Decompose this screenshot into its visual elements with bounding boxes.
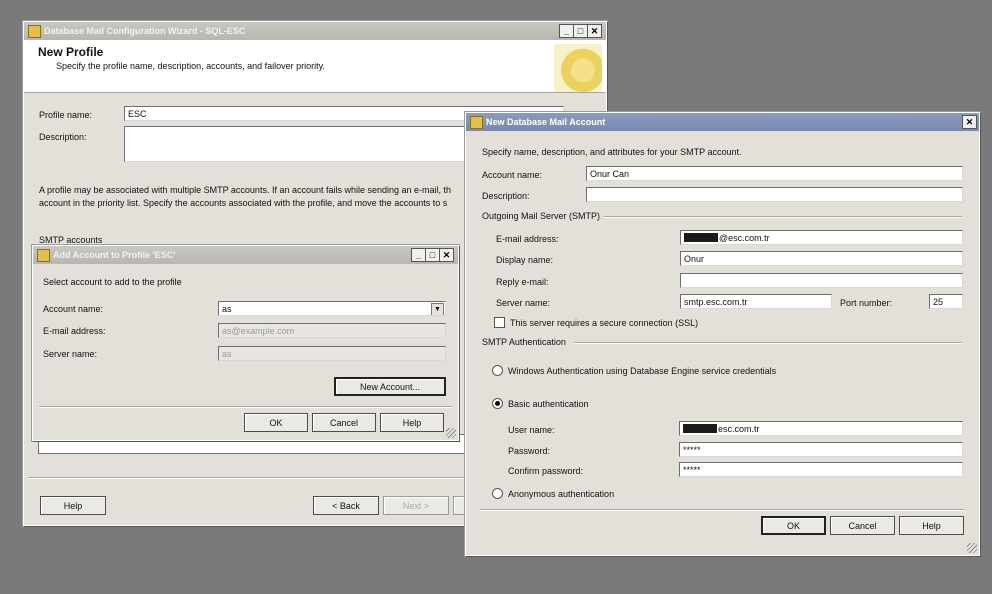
username-input[interactable]: esc.com.tr — [679, 421, 963, 436]
new-account-title: New Database Mail Account — [486, 117, 606, 127]
wizard-banner-icon — [554, 44, 602, 92]
mail-icon — [28, 25, 41, 38]
page-title: New Profile — [38, 45, 104, 59]
back-button[interactable]: < Back — [313, 496, 379, 515]
help-button[interactable]: Help — [380, 413, 444, 432]
close-icon[interactable]: ✕ — [962, 115, 977, 129]
ssl-checkbox[interactable] — [494, 317, 505, 328]
email-label: E-mail address: — [43, 326, 106, 336]
username-label: User name: — [508, 425, 555, 435]
new-account-footer-separator — [480, 509, 965, 511]
server-name-label: Server name: — [496, 298, 551, 308]
close-icon[interactable]: ✕ — [587, 24, 602, 38]
next-button[interactable]: Next > — [383, 496, 449, 515]
account-name-input[interactable]: Onur Can — [586, 166, 963, 181]
maximize-icon[interactable]: □ — [573, 24, 588, 38]
redaction-bar — [683, 424, 717, 433]
port-number-input[interactable]: 25 — [929, 294, 963, 309]
port-number-label: Port number: — [840, 298, 893, 308]
wizard-titlebar[interactable]: Database Mail Configuration Wizard - SQL… — [24, 22, 606, 40]
profile-name-label: Profile name: — [39, 110, 93, 120]
server-field: as — [218, 346, 446, 361]
resize-grip[interactable] — [967, 543, 977, 553]
account-name-value: as — [222, 304, 232, 314]
anonymous-auth-radio[interactable] — [492, 488, 503, 499]
outgoing-server-group-label: Outgoing Mail Server (SMTP) — [482, 211, 601, 221]
new-account-titlebar[interactable]: New Database Mail Account ✕ — [466, 113, 979, 131]
description-input[interactable] — [586, 187, 963, 202]
windows-auth-radio[interactable] — [492, 365, 503, 376]
email-field[interactable]: @esc.com.tr — [680, 230, 963, 245]
cancel-button[interactable]: Cancel — [830, 516, 895, 535]
mail-icon — [37, 249, 50, 262]
reply-email-input[interactable] — [680, 273, 963, 288]
add-account-titlebar[interactable]: Add Account to Profile 'ESC' _ □ ✕ — [33, 246, 458, 264]
display-name-input[interactable]: Onur — [680, 251, 963, 266]
email-field: as@example.com — [218, 323, 446, 338]
new-account-dialog: New Database Mail Account ✕ Specify name… — [465, 112, 980, 556]
info-text-1: A profile may be associated with multipl… — [39, 185, 452, 195]
server-name-input[interactable]: smtp.esc.com.tr — [680, 294, 832, 309]
mail-icon — [470, 116, 483, 129]
close-icon[interactable]: ✕ — [439, 248, 454, 262]
cancel-button[interactable]: Cancel — [312, 413, 376, 432]
password-input[interactable]: ***** — [679, 442, 963, 457]
basic-auth-label[interactable]: Basic authentication — [508, 399, 589, 409]
outgoing-group-line — [604, 216, 962, 218]
smtp-auth-group-label: SMTP Authentication — [482, 337, 566, 347]
new-account-instruction: Specify name, description, and attribute… — [482, 147, 742, 157]
basic-auth-radio[interactable] — [492, 398, 503, 409]
add-account-dialog: Add Account to Profile 'ESC' _ □ ✕ Selec… — [32, 245, 459, 441]
display-name-label: Display name: — [496, 255, 554, 265]
wizard-title: Database Mail Configuration Wizard - SQL… — [44, 26, 246, 36]
add-account-instruction: Select account to add to the profile — [43, 277, 182, 287]
confirm-password-label: Confirm password: — [508, 466, 584, 476]
anonymous-auth-label[interactable]: Anonymous authentication — [508, 489, 614, 499]
wizard-header: New Profile Specify the profile name, de… — [24, 40, 606, 93]
minimize-icon[interactable]: _ — [411, 248, 426, 262]
account-name-label: Account name: — [482, 170, 543, 180]
resize-grip[interactable] — [446, 428, 456, 438]
help-button[interactable]: Help — [899, 516, 964, 535]
redaction-bar — [684, 233, 718, 242]
info-text-2: account in the priority list. Specify th… — [39, 198, 448, 208]
page-subtitle: Specify the profile name, description, a… — [56, 61, 325, 71]
account-name-select[interactable]: as ▼ — [218, 301, 446, 316]
ok-button[interactable]: OK — [761, 516, 826, 535]
server-label: Server name: — [43, 349, 98, 359]
wizard-help-button[interactable]: Help — [40, 496, 106, 515]
confirm-password-input[interactable]: ***** — [679, 462, 963, 477]
add-account-title: Add Account to Profile 'ESC' — [53, 250, 176, 260]
password-label: Password: — [508, 446, 551, 456]
description-label: Description: — [39, 132, 87, 142]
windows-auth-label[interactable]: Windows Authentication using Database En… — [508, 366, 776, 376]
maximize-icon[interactable]: □ — [425, 248, 440, 262]
username-value: esc.com.tr — [718, 424, 760, 434]
add-account-separator — [39, 406, 452, 408]
minimize-icon[interactable]: _ — [559, 24, 574, 38]
ssl-label[interactable]: This server requires a secure connection… — [510, 318, 698, 328]
chevron-down-icon[interactable]: ▼ — [431, 303, 444, 315]
ok-button[interactable]: OK — [244, 413, 308, 432]
email-label: E-mail address: — [496, 234, 559, 244]
account-name-label: Account name: — [43, 304, 104, 314]
auth-group-line — [574, 342, 962, 344]
email-value: @esc.com.tr — [719, 233, 770, 243]
new-account-button[interactable]: New Account... — [334, 377, 446, 396]
description-label: Description: — [482, 191, 530, 201]
reply-email-label: Reply e-mail: — [496, 277, 549, 287]
smtp-accounts-label: SMTP accounts — [39, 235, 103, 245]
